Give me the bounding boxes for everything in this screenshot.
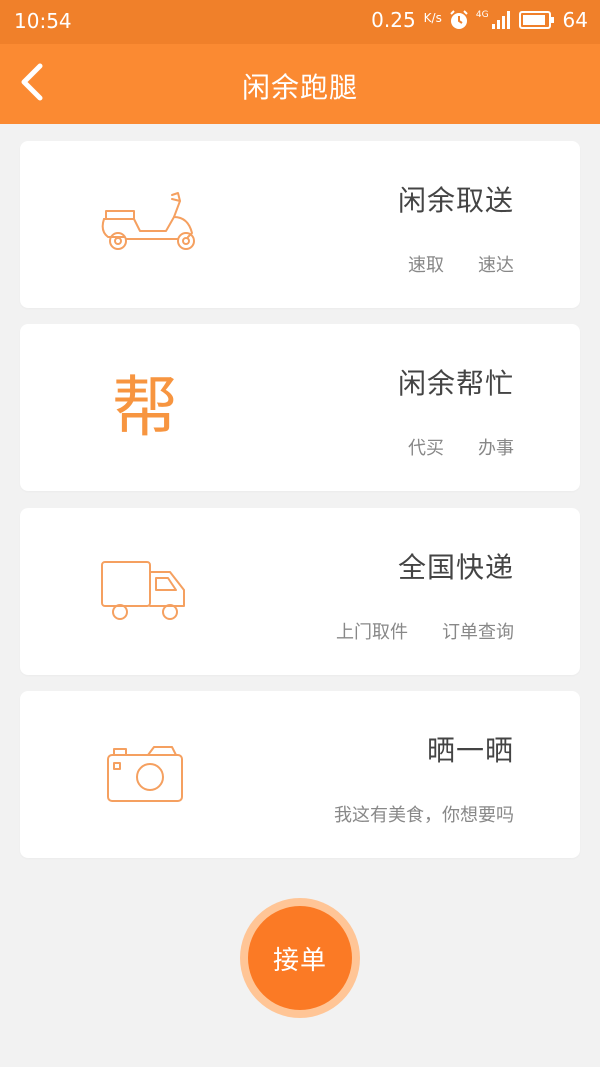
- bang-glyph-icon: 帮: [112, 366, 222, 450]
- sub-quick-delivery[interactable]: 速达: [478, 251, 514, 277]
- sub-door-pickup[interactable]: 上门取件: [336, 618, 408, 644]
- card-subs: 代买 办事: [408, 434, 514, 460]
- status-bar: 10:54 0.25 K/s 4G 64: [0, 0, 600, 44]
- card-title: 闲余帮忙: [397, 367, 514, 400]
- status-time: 10:54: [14, 9, 72, 33]
- sub-share-food[interactable]: 我这有美食，你想要吗: [334, 801, 514, 827]
- sub-errand[interactable]: 办事: [478, 434, 514, 460]
- card-help[interactable]: 帮 闲余帮忙 代买 办事: [20, 324, 580, 491]
- status-right: 0.25 K/s 4G 64: [371, 8, 588, 32]
- card-share[interactable]: 晒一晒 我这有美食，你想要吗: [20, 691, 580, 858]
- accept-order-button[interactable]: 接单: [248, 906, 352, 1010]
- card-subs: 速取 速达: [408, 251, 514, 277]
- card-express[interactable]: 全国快递 上门取件 订单查询: [20, 508, 580, 675]
- scooter-icon: [100, 183, 210, 267]
- card-title: 闲余取送: [397, 184, 514, 217]
- camera-icon: [106, 733, 216, 817]
- card-pickup-delivery[interactable]: 闲余取送 速取 速达: [20, 141, 580, 308]
- signal-icon: [491, 11, 510, 29]
- truck-icon: [100, 550, 210, 634]
- sub-quick-pickup[interactable]: 速取: [408, 251, 444, 277]
- sub-order-query[interactable]: 订单查询: [442, 618, 514, 644]
- card-subs: 我这有美食，你想要吗: [334, 801, 514, 827]
- battery-level: 64: [562, 8, 588, 32]
- card-subs: 上门取件 订单查询: [336, 618, 514, 644]
- card-title: 晒一晒: [426, 734, 514, 767]
- net-speed-unit: K/s: [423, 11, 442, 25]
- sub-buy-for-me[interactable]: 代买: [408, 434, 444, 460]
- bang-glyph: 帮: [112, 369, 178, 446]
- app-bar: 闲余跑腿: [0, 44, 600, 124]
- card-title: 全国快递: [397, 551, 514, 584]
- page-title: 闲余跑腿: [241, 71, 358, 104]
- net-speed: 0.25: [371, 8, 416, 32]
- network-type: 4G: [475, 10, 489, 20]
- battery-icon: [518, 11, 554, 29]
- alarm-icon: [450, 10, 468, 29]
